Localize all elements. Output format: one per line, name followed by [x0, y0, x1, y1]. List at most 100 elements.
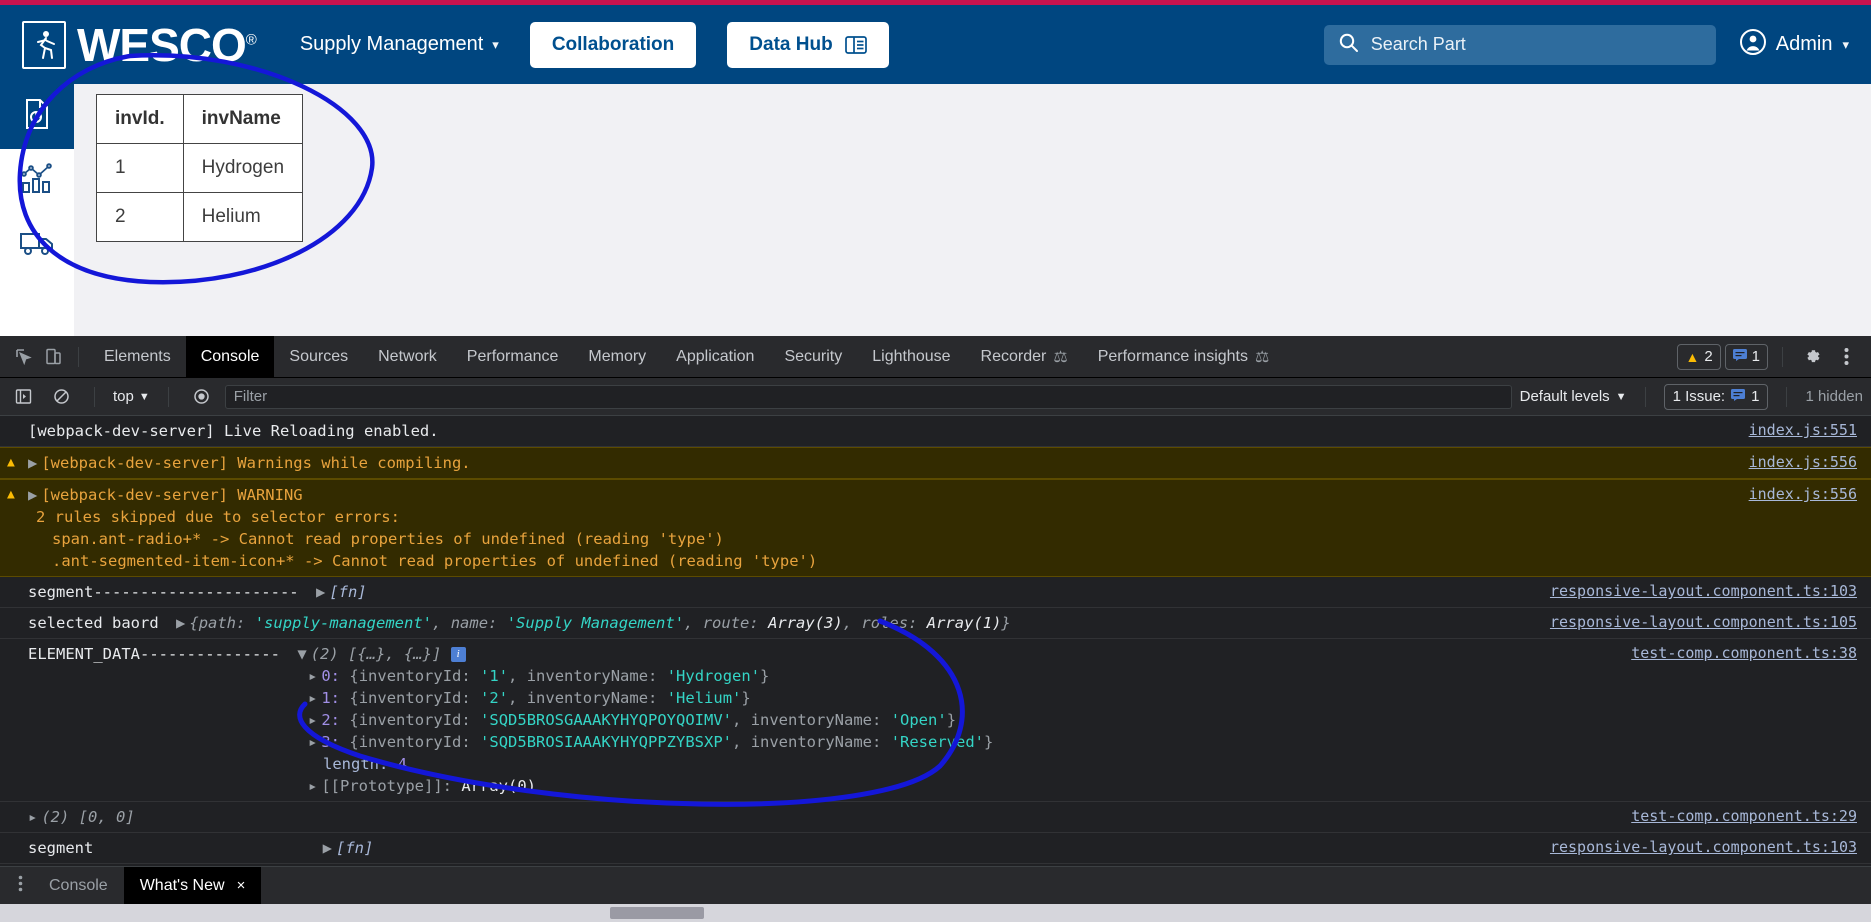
column-header-invname[interactable]: invName	[182, 94, 304, 144]
execution-context-selector[interactable]: top ▼	[113, 388, 150, 405]
tab-application[interactable]: Application	[661, 336, 769, 378]
expand-arrow-icon[interactable]: ▸	[308, 709, 317, 731]
brand-name: WESCO®	[77, 22, 257, 68]
tab-performance-insights[interactable]: Performance insights ⚖	[1083, 336, 1285, 378]
table-row[interactable]: 2 Helium	[96, 192, 304, 242]
device-toolbar-icon[interactable]	[38, 342, 68, 372]
message-bubble-icon	[1731, 388, 1746, 405]
tab-network[interactable]: Network	[363, 336, 452, 378]
log-levels-selector[interactable]: Default levels ▼	[1520, 388, 1627, 405]
wesco-runner-logo-icon	[22, 20, 66, 69]
console-message-label: ELEMENT_DATA---------------	[28, 645, 280, 663]
user-menu[interactable]: Admin ▾	[1739, 28, 1849, 61]
expand-arrow-icon[interactable]: ▶	[323, 837, 332, 859]
console-source-link[interactable]: responsive-layout.component.ts:105	[1550, 612, 1857, 633]
tab-recorder[interactable]: Recorder ⚖	[966, 336, 1083, 378]
console-message-label: segment----------------------	[28, 583, 299, 601]
horizontal-scrollbar[interactable]	[0, 904, 1871, 922]
array-entry[interactable]: ▸ 3: {inventoryId: 'SQD5BROSIAAAKYHYQPPZY…	[28, 731, 1871, 753]
table-row[interactable]: 1 Hydrogen	[96, 143, 304, 193]
devtools-panel: Elements Console Sources Network Perform…	[0, 335, 1871, 922]
scrollbar-thumb[interactable]	[610, 907, 704, 919]
info-badge-icon[interactable]: i	[450, 647, 466, 662]
array-length-key: length:	[323, 755, 389, 773]
issues-badge[interactable]: 1 Issue: 1	[1663, 383, 1769, 410]
nav-button-data-hub-label: Data Hub	[749, 33, 833, 55]
expand-arrow-icon[interactable]: ▶	[316, 581, 325, 603]
tab-security[interactable]: Security	[769, 336, 857, 378]
gear-icon[interactable]	[1797, 342, 1827, 372]
clear-console-icon[interactable]	[46, 382, 76, 412]
drawer-tab-whats-new[interactable]: What's New ×	[123, 866, 262, 905]
prototype-value: Array(0)	[461, 777, 536, 795]
more-vertical-icon[interactable]	[8, 875, 33, 897]
tab-console[interactable]: Console	[185, 335, 275, 378]
sidebar-item-analytics[interactable]	[0, 149, 74, 214]
console-source-link[interactable]: responsive-layout.component.ts:103	[1550, 581, 1857, 602]
array-entry[interactable]: ▸ 2: {inventoryId: 'SQD5BROSGAAAKYHYQPOYQ…	[28, 709, 1871, 731]
cell-invname: Hydrogen	[182, 143, 304, 193]
nav-dropdown-label: Supply Management	[299, 33, 484, 55]
inspect-element-icon[interactable]	[8, 342, 38, 372]
column-header-invid[interactable]: invId.	[96, 94, 184, 144]
brand-logo[interactable]: WESCO®	[22, 20, 257, 69]
console-source-link[interactable]: test-comp.component.ts:38	[1631, 643, 1857, 664]
console-row-segment[interactable]: segment---------------------- ▶ [fn] resp…	[0, 577, 1871, 608]
message-count-badge[interactable]: 1	[1724, 343, 1768, 370]
expand-arrow-icon[interactable]: ▸	[308, 665, 317, 687]
warning-count-badge[interactable]: ▲ 2	[1677, 343, 1721, 370]
devtools-toolbar-right: ▲ 2 1	[1677, 342, 1871, 372]
console-row-segment-partial[interactable]: segment ▶ [fn] responsive-layout.componen…	[0, 833, 1871, 864]
expand-arrow-icon[interactable]: ▶	[28, 452, 37, 474]
hidden-messages-count[interactable]: 1 hidden	[1805, 388, 1863, 405]
expand-arrow-icon[interactable]: ▶	[28, 484, 37, 506]
array-entry[interactable]: ▸ 1: {inventoryId: '2', inventoryName: 'H…	[28, 687, 1871, 709]
nav-button-data-hub[interactable]: Data Hub	[727, 21, 889, 68]
sidebar-item-reports[interactable]	[0, 84, 74, 149]
console-row-warning[interactable]: ▲ ▶ [webpack-dev-server] Warnings while c…	[0, 447, 1871, 479]
more-vertical-icon[interactable]	[1831, 342, 1861, 372]
console-row-selected-board[interactable]: selected baord ▶ {path: 'supply-managemen…	[0, 608, 1871, 639]
console-warning-line: .ant-segmented-item-icon+* -> Cannot rea…	[52, 552, 818, 570]
console-message-list[interactable]: [webpack-dev-server] Live Reloading enab…	[0, 416, 1871, 882]
expand-arrow-icon[interactable]: ▸	[308, 687, 317, 709]
console-sidebar-icon[interactable]	[8, 382, 38, 412]
filterbar-divider	[167, 386, 169, 407]
delivery-truck-icon	[19, 231, 55, 262]
console-source-link[interactable]: test-comp.component.ts:29	[1631, 806, 1857, 827]
console-filter-input[interactable]: Filter	[224, 384, 1512, 409]
drawer-tab-console[interactable]: Console	[33, 867, 124, 905]
console-source-link[interactable]: index.js:551	[1749, 420, 1857, 441]
collapse-arrow-icon[interactable]: ▼	[297, 643, 306, 665]
expand-arrow-icon[interactable]: ▸	[308, 731, 317, 753]
tab-lighthouse[interactable]: Lighthouse	[857, 336, 965, 378]
tab-memory[interactable]: Memory	[573, 336, 661, 378]
close-icon[interactable]: ×	[237, 877, 246, 894]
console-row-warning-detail[interactable]: ▲ ▶ [webpack-dev-server] WARNING 2 rules …	[0, 479, 1871, 577]
expand-arrow-icon[interactable]: ▸	[308, 775, 317, 797]
app-body: invId. invName 1 Hydrogen 2 Helium	[0, 84, 1871, 336]
console-source-link[interactable]: index.js:556	[1749, 452, 1857, 473]
app-header: WESCO® Supply Management ▾ Collaboration…	[0, 5, 1871, 84]
chevron-down-icon: ▾	[1842, 36, 1849, 52]
live-expression-icon[interactable]	[187, 382, 217, 412]
console-row-element-data[interactable]: ELEMENT_DATA--------------- ▼ (2) [{…}, {…	[0, 639, 1871, 802]
sidebar-item-delivery[interactable]	[0, 214, 74, 279]
array-entry[interactable]: ▸ 0: {inventoryId: '1', inventoryName: 'H…	[28, 665, 1871, 687]
entry-key-id: inventoryId:	[358, 667, 471, 685]
console-row-info[interactable]: [webpack-dev-server] Live Reloading enab…	[0, 416, 1871, 447]
console-source-link[interactable]: responsive-layout.component.ts:103	[1550, 837, 1857, 858]
console-row-array-zero[interactable]: ▸ (2) [0, 0] test-comp.component.ts:29	[0, 802, 1871, 833]
nav-dropdown-supply-management[interactable]: Supply Management ▾	[300, 33, 499, 56]
console-message-value: [fn]	[336, 839, 374, 857]
expand-arrow-icon[interactable]: ▸	[28, 806, 37, 828]
array-prototype-line[interactable]: ▸ [[Prototype]]: Array(0)	[28, 775, 1871, 797]
search-part-input[interactable]: Search Part	[1323, 24, 1716, 65]
tab-elements[interactable]: Elements	[89, 336, 186, 378]
console-message-label: selected baord	[28, 614, 159, 632]
console-source-link[interactable]: index.js:556	[1749, 484, 1857, 505]
tab-sources[interactable]: Sources	[274, 336, 363, 378]
tab-performance[interactable]: Performance	[452, 336, 574, 378]
expand-arrow-icon[interactable]: ▶	[176, 612, 185, 634]
nav-button-collaboration[interactable]: Collaboration	[529, 21, 697, 68]
